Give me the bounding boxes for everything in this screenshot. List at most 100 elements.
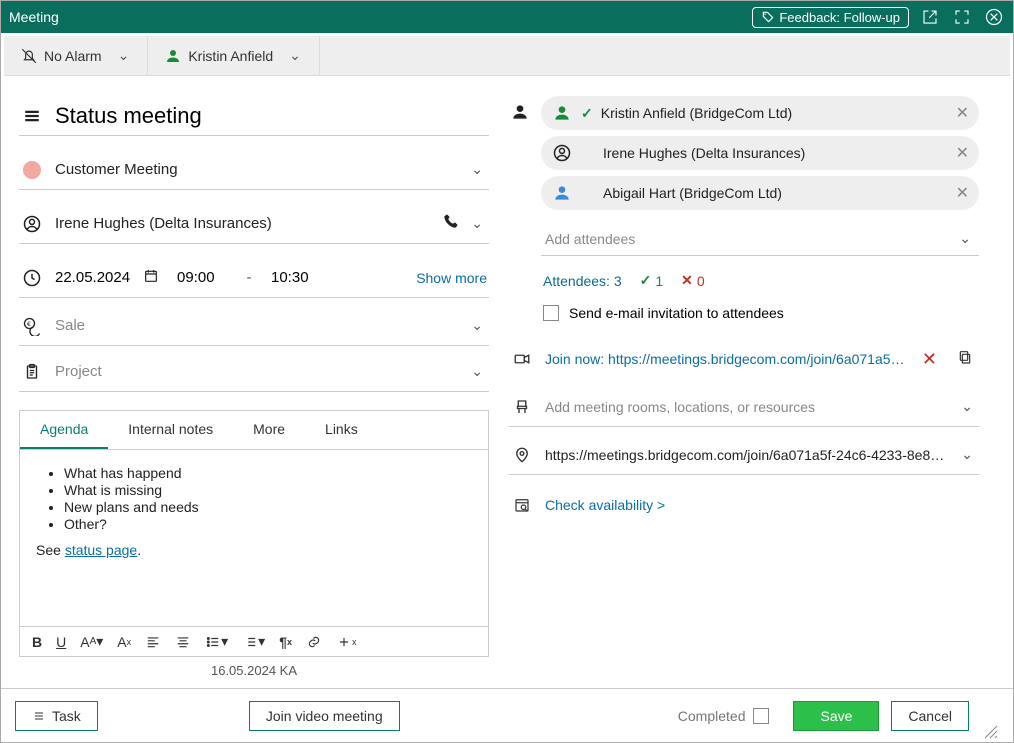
chevron-down-icon: ⌄ [959,230,975,247]
show-more-link[interactable]: Show more [416,270,487,286]
bottom-bar: Task Join video meeting Completed Save C… [1,688,1013,742]
attendee-chip: ✓ Kristin Anfield (BridgeCom Ltd) ✕ [541,96,979,130]
sale-row[interactable]: € Sale ⌄ [19,306,489,346]
popout-icon[interactable] [919,6,941,28]
agenda-bullet: What has happend [64,465,472,481]
attendee-name: Kristin Anfield (BridgeCom Ltd) [601,105,792,121]
person-outline-icon [21,214,43,234]
chevron-down-icon: ⌄ [471,317,487,334]
notes-tabs-box: Agenda Internal notes More Links What ha… [19,410,489,657]
sale-placeholder: Sale [55,317,85,334]
type-row[interactable]: Customer Meeting ⌄ [19,150,489,190]
chevron-down-icon: ⌄ [961,446,977,463]
insert-button[interactable]: x [336,635,357,649]
close-icon[interactable] [983,6,1005,28]
video-link-row: Join now: https://meetings.bridgecom.com… [509,339,979,379]
remove-attendee-button[interactable]: ✕ [956,143,969,163]
location-row[interactable]: https://meetings.bridgecom.com/join/6a07… [509,435,979,475]
bold-button[interactable]: B [32,634,42,650]
chevron-down-icon: ⌄ [961,398,977,415]
attendee-name: Irene Hughes (Delta Insurances) [603,145,805,161]
start-time-input[interactable] [177,269,227,286]
chevron-down-icon: ⌄ [471,363,487,380]
tab-more[interactable]: More [233,411,305,449]
paragraph-button[interactable]: ¶x [279,634,292,650]
agenda-editor[interactable]: What has happend What is missing New pla… [20,450,488,626]
join-video-button[interactable]: Join video meeting [249,701,400,731]
window-title: Meeting [9,9,752,25]
clipboard-icon [21,362,43,382]
date-input[interactable] [55,269,139,286]
completed-checkbox[interactable] [753,708,769,724]
alarm-dropdown[interactable]: No Alarm ⌄ [12,36,148,75]
contact-value: Irene Hughes (Delta Insurances) [55,215,272,232]
chevron-down-icon: ⌄ [471,215,487,232]
resize-handle-icon[interactable] [983,724,999,740]
status-page-link[interactable]: status page [65,542,137,558]
project-row[interactable]: Project ⌄ [19,352,489,392]
agenda-bullet: What is missing [64,482,472,498]
person-icon [509,102,531,122]
tab-agenda[interactable]: Agenda [20,411,108,449]
content-area: Customer Meeting ⌄ Irene Hughes (Delta I… [1,76,1013,688]
cancel-button[interactable]: Cancel [891,701,969,731]
right-column: ✓ Kristin Anfield (BridgeCom Ltd) ✕ Iren… [509,96,979,682]
completed-toggle[interactable]: Completed [678,708,770,724]
rooms-placeholder: Add meeting rooms, locations, or resourc… [545,399,815,415]
remove-attendee-button[interactable]: ✕ [956,183,969,203]
video-icon [511,350,533,368]
send-invite-row[interactable]: Send e-mail invitation to attendees [509,299,979,339]
fullscreen-icon[interactable] [951,6,973,28]
bullet-list-button[interactable]: ▾ [205,633,228,650]
phone-icon[interactable] [443,213,459,234]
list-icon [21,107,43,125]
numbered-list-button[interactable]: ▾ [242,633,265,650]
check-availability-link[interactable]: Check availability > [545,497,665,513]
copy-link-button[interactable] [953,348,977,371]
attendee-name: Abigail Hart (BridgeCom Ltd) [603,185,782,201]
person-outline-icon [551,142,573,164]
rooms-row[interactable]: Add meeting rooms, locations, or resourc… [509,387,979,427]
tab-internal-notes[interactable]: Internal notes [108,411,233,449]
align-left-button[interactable] [145,635,161,649]
chair-icon [511,397,533,417]
remove-video-link-button[interactable]: ✕ [918,349,941,370]
font-size-button[interactable]: AA▾ [80,633,103,650]
add-attendees-input[interactable]: Add attendees ⌄ [541,220,979,256]
save-button[interactable]: Save [793,701,879,731]
calendar-icon[interactable] [143,268,159,288]
declined-count: ✕0 [681,272,705,289]
check-availability-row[interactable]: Check availability > [509,485,979,525]
location-value: https://meetings.bridgecom.com/join/6a07… [545,447,949,463]
clear-format-button[interactable]: Ax [117,634,131,650]
meeting-dialog: Meeting Feedback: Follow-up No Alarm ⌄ [0,0,1014,743]
attendee-chip: Abigail Hart (BridgeCom Ltd) ✕ [541,176,979,210]
chevron-down-icon: ⌄ [471,161,487,178]
task-button[interactable]: Task [15,701,98,731]
owner-dropdown[interactable]: Kristin Anfield ⌄ [156,36,320,75]
left-column: Customer Meeting ⌄ Irene Hughes (Delta I… [19,96,489,682]
subject-input[interactable] [55,103,487,129]
currency-icon: € [21,316,43,336]
tab-links[interactable]: Links [305,411,378,449]
created-stamp: 16.05.2024 KA [19,657,489,682]
contact-row[interactable]: Irene Hughes (Delta Insurances) ⌄ [19,204,489,244]
remove-attendee-button[interactable]: ✕ [956,103,969,123]
send-invite-checkbox[interactable] [543,305,559,321]
attendee-count: Attendees: 3 [543,273,622,289]
end-time-input[interactable] [271,269,321,286]
titlebar: Meeting Feedback: Follow-up [1,1,1013,33]
rte-toolbar: B U AA▾ Ax ▾ ▾ ¶x x [20,626,488,656]
chevron-down-icon: ⌄ [118,47,130,64]
link-button[interactable] [306,635,322,649]
align-center-button[interactable] [175,635,191,649]
bell-off-icon [20,47,38,65]
person-icon [551,182,573,204]
underline-button[interactable]: U [56,634,66,650]
datetime-row: - Show more [19,258,489,298]
clock-icon [21,268,43,288]
accepted-count: ✓1 [640,272,664,289]
feedback-button[interactable]: Feedback: Follow-up [752,7,909,28]
chevron-down-icon: ⌄ [289,47,301,64]
join-now-link[interactable]: Join now: https://meetings.bridgecom.com… [545,351,906,367]
